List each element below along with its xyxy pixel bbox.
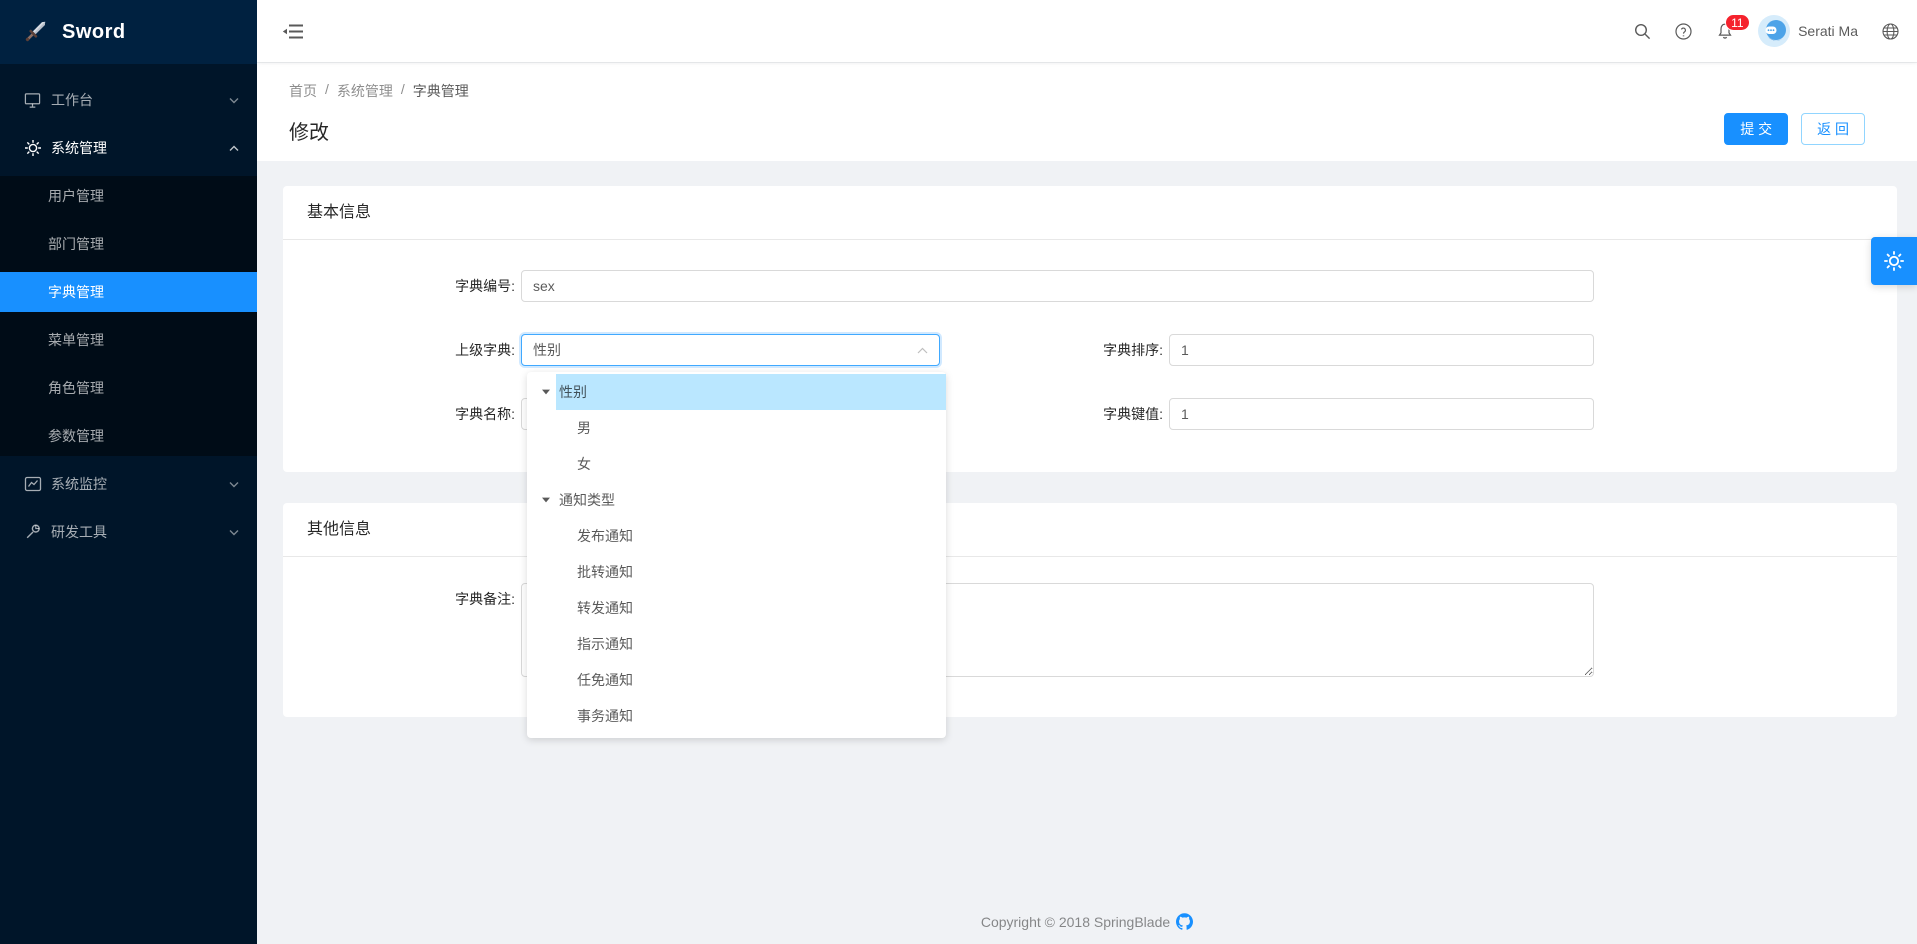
- dict-sort-label: 字典排序:: [940, 340, 1169, 360]
- notifications-bell[interactable]: 11: [1716, 22, 1734, 40]
- sidebar: Sword 工作台 系统管理: [0, 0, 257, 944]
- language-globe-icon[interactable]: [1882, 23, 1899, 40]
- dropdown-option-affair-notice[interactable]: 事务通知: [527, 698, 946, 734]
- basic-info-card-body: 字典编号: 上级字典: 性别 字典排序:: [283, 240, 1897, 430]
- breadcrumb-home[interactable]: 首页: [289, 81, 317, 101]
- sidebar-item-label: 研发工具: [51, 522, 229, 542]
- dict-name-label: 字典名称:: [307, 404, 521, 424]
- basic-info-card: 基本信息 字典编号: 上级字典: 性别: [283, 186, 1897, 472]
- notification-badge: 11: [1725, 14, 1749, 31]
- chevron-up-icon: [917, 347, 928, 354]
- chevron-up-icon: [229, 145, 239, 152]
- back-button[interactable]: 返 回: [1801, 113, 1865, 145]
- parent-dict-select[interactable]: 性别: [521, 334, 940, 366]
- user-menu[interactable]: Serati Ma: [1758, 15, 1858, 47]
- other-info-card: 其他信息 字典备注:: [283, 503, 1897, 717]
- breadcrumb: 首页 / 系统管理 / 字典管理: [289, 81, 1885, 101]
- dropdown-option-instruct-notice[interactable]: 指示通知: [527, 626, 946, 662]
- sidebar-subitem-dept-management[interactable]: 部门管理: [0, 224, 257, 264]
- monitor-icon: [24, 91, 41, 109]
- chevron-down-icon: [229, 529, 239, 536]
- basic-info-card-title: 基本信息: [283, 186, 1897, 240]
- app-name: Sword: [62, 21, 126, 44]
- sidebar-item-system-management[interactable]: 系统管理: [0, 128, 257, 168]
- breadcrumb-dict-management: 字典管理: [413, 81, 469, 101]
- dropdown-option-notice-type[interactable]: 通知类型: [527, 482, 946, 518]
- dropdown-option-appointment-notice[interactable]: 任免通知: [527, 662, 946, 698]
- sidebar-subitem-dict-management[interactable]: 字典管理: [0, 272, 257, 312]
- dict-key-input[interactable]: [1169, 398, 1594, 430]
- page-actions: 提 交 返 回: [1724, 113, 1865, 145]
- menu-fold-icon[interactable]: [281, 19, 305, 43]
- copyright-text: Copyright © 2018 SpringBlade: [981, 914, 1170, 930]
- submit-button[interactable]: 提 交: [1724, 113, 1788, 145]
- sidebar-subitem-role-management[interactable]: 角色管理: [0, 368, 257, 408]
- other-info-card-title: 其他信息: [283, 503, 1897, 557]
- dict-sort-input[interactable]: [1169, 334, 1594, 366]
- chevron-down-icon: [229, 481, 239, 488]
- sidebar-subitem-menu-management[interactable]: 菜单管理: [0, 320, 257, 360]
- line-chart-icon: [24, 475, 41, 493]
- sidebar-item-workbench[interactable]: 工作台: [0, 80, 257, 120]
- dict-code-input[interactable]: [521, 270, 1594, 302]
- dict-code-label: 字典编号:: [307, 276, 521, 296]
- parent-dict-select-value: 性别: [533, 340, 917, 360]
- sidebar-submenu-system-management: 用户管理 部门管理 字典管理 菜单管理 角色管理 参数管理: [0, 176, 257, 456]
- breadcrumb-separator: /: [325, 81, 329, 101]
- app-logo[interactable]: Sword: [0, 0, 257, 64]
- parent-dict-label: 上级字典:: [307, 340, 521, 360]
- sidebar-menu: 工作台 系统管理 用户管理 部门管理 字典管理 菜单管理 角色管理 参数: [0, 64, 257, 552]
- caret-down-icon[interactable]: [536, 497, 556, 503]
- main-content: 基本信息 字典编号: 上级字典: 性别: [257, 161, 1917, 944]
- avatar: [1758, 15, 1790, 47]
- dropdown-option-male[interactable]: 男: [527, 410, 946, 446]
- breadcrumb-system-management[interactable]: 系统管理: [337, 81, 393, 101]
- github-icon[interactable]: [1176, 913, 1193, 930]
- chevron-down-icon: [229, 97, 239, 104]
- sidebar-subitem-param-management[interactable]: 参数管理: [0, 416, 257, 456]
- gear-icon: [1883, 250, 1905, 272]
- dropdown-option-sex[interactable]: 性别: [527, 374, 946, 410]
- dropdown-option-female[interactable]: 女: [527, 446, 946, 482]
- sidebar-subitem-user-management[interactable]: 用户管理: [0, 176, 257, 216]
- sidebar-item-label: 系统管理: [51, 138, 229, 158]
- sidebar-item-system-monitor[interactable]: 系统监控: [0, 464, 257, 504]
- username: Serati Ma: [1798, 23, 1858, 39]
- page-footer: Copyright © 2018 SpringBlade: [257, 913, 1917, 930]
- wrench-icon: [24, 523, 41, 541]
- top-header: 11 Serati Ma: [257, 0, 1917, 62]
- dropdown-option-approve-notice[interactable]: 批转通知: [527, 554, 946, 590]
- sidebar-item-dev-tools[interactable]: 研发工具: [0, 512, 257, 552]
- sword-logo-icon: [22, 18, 50, 46]
- sidebar-item-label: 工作台: [51, 90, 229, 110]
- gear-icon: [24, 139, 41, 157]
- dict-key-label: 字典键值:: [940, 404, 1169, 424]
- page-header: 首页 / 系统管理 / 字典管理 修改 提 交 返 回: [257, 62, 1917, 161]
- help-icon[interactable]: [1675, 23, 1692, 40]
- search-icon[interactable]: [1634, 23, 1651, 40]
- caret-down-icon[interactable]: [536, 389, 556, 395]
- other-info-card-body: 字典备注:: [283, 557, 1897, 677]
- breadcrumb-separator: /: [401, 81, 405, 101]
- parent-dict-dropdown: 性别 男 女 通知类型 发布通知 批转通知 转发通知 指示通知 任免通知 事务通…: [527, 372, 946, 738]
- topbar-actions: 11 Serati Ma: [1634, 15, 1899, 47]
- theme-settings-button[interactable]: [1871, 237, 1917, 285]
- sidebar-item-label: 系统监控: [51, 474, 229, 494]
- dropdown-option-publish-notice[interactable]: 发布通知: [527, 518, 946, 554]
- page-title: 修改: [289, 116, 1885, 145]
- dict-remark-label: 字典备注:: [307, 583, 521, 609]
- dropdown-option-forward-notice[interactable]: 转发通知: [527, 590, 946, 626]
